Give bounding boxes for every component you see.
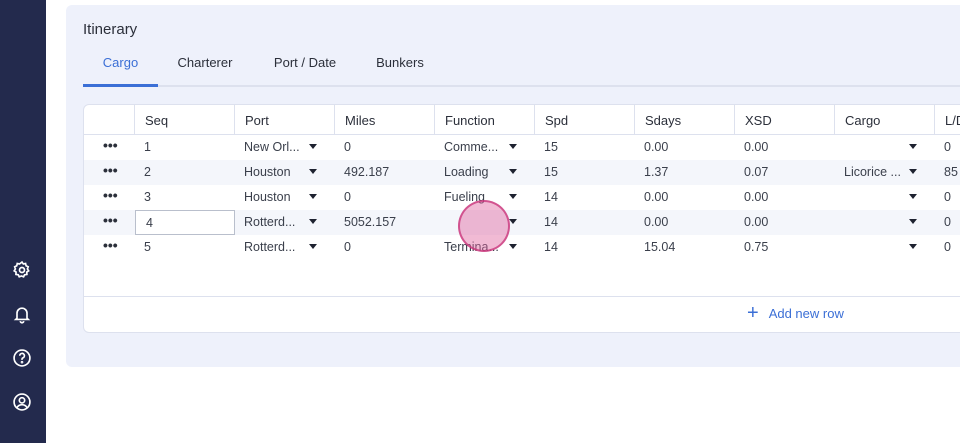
cell-xsd[interactable]: 0.00 (734, 210, 834, 235)
tab-bar: Cargo Charterer Port / Date Bunkers (83, 47, 960, 87)
gear-icon[interactable] (11, 259, 33, 281)
cell-ld[interactable]: 0 (934, 210, 960, 235)
cell-function[interactable]: Comme... (434, 135, 504, 160)
add-new-row-button[interactable]: + Add new row (747, 302, 844, 324)
cell-sdays[interactable]: 0.00 (634, 135, 734, 160)
cell-spd[interactable]: 14 (534, 235, 634, 260)
row-menu-icon[interactable]: ••• (103, 187, 118, 203)
chevron-down-icon[interactable] (309, 194, 317, 199)
add-row-label: Add new row (768, 305, 844, 321)
tab-bunkers[interactable]: Bunkers (372, 47, 428, 87)
sidebar (0, 0, 46, 443)
cell-seq[interactable]: 5 (134, 235, 234, 260)
tab-port-date[interactable]: Port / Date (267, 47, 343, 87)
cell-xsd[interactable]: 0.75 (734, 235, 834, 260)
chevron-down-icon[interactable] (509, 169, 517, 174)
chevron-down-icon[interactable] (309, 169, 317, 174)
cell-spd[interactable]: 14 (534, 185, 634, 210)
cell-port[interactable]: New Orl... (234, 135, 304, 160)
chevron-down-icon[interactable] (909, 219, 917, 224)
plus-icon: + (747, 302, 759, 324)
cell-spd[interactable]: 14 (534, 210, 634, 235)
cell-seq[interactable]: 3 (134, 185, 234, 210)
cell-miles[interactable]: 0 (334, 135, 434, 160)
table-row[interactable]: ••• 2 Houston 492.187 Loading 15 1.37 0.… (84, 160, 960, 185)
cell-function[interactable]: Loading (434, 160, 504, 185)
cell-sdays[interactable]: 0.00 (634, 210, 734, 235)
col-port[interactable]: Port (234, 105, 334, 135)
row-menu-icon[interactable]: ••• (103, 237, 118, 253)
cell-spd[interactable]: 15 (534, 160, 634, 185)
help-icon[interactable] (11, 347, 33, 369)
table-row[interactable]: ••• 5 Rotterd... 0 Termina... 14 15.04 0… (84, 235, 960, 260)
cell-port[interactable]: Houston (234, 185, 304, 210)
chevron-down-icon[interactable] (309, 219, 317, 224)
bell-icon[interactable] (11, 303, 33, 325)
itinerary-panel: Itinerary Cargo Charterer Port / Date Bu… (66, 5, 960, 367)
col-cargo[interactable]: Cargo (834, 105, 934, 135)
chevron-down-icon[interactable] (309, 144, 317, 149)
cell-seq[interactable]: 2 (134, 160, 234, 185)
cell-sdays[interactable]: 0.00 (634, 185, 734, 210)
seq-edit-input[interactable]: 4 (135, 210, 235, 235)
cell-xsd[interactable]: 0.00 (734, 135, 834, 160)
click-indicator (458, 200, 510, 252)
cell-miles[interactable]: 492.187 (334, 160, 434, 185)
chevron-down-icon[interactable] (509, 244, 517, 249)
chevron-down-icon[interactable] (909, 244, 917, 249)
col-seq[interactable]: Seq (134, 105, 234, 135)
grid-footer: + Add new row (84, 296, 960, 332)
row-menu-icon[interactable]: ••• (103, 212, 118, 228)
cell-cargo[interactable] (834, 210, 904, 235)
chevron-down-icon[interactable] (509, 219, 517, 224)
cell-xsd[interactable]: 0.07 (734, 160, 834, 185)
col-sdays[interactable]: Sdays (634, 105, 734, 135)
col-miles[interactable]: Miles (334, 105, 434, 135)
cell-ld[interactable]: 0 (934, 235, 960, 260)
chevron-down-icon[interactable] (509, 194, 517, 199)
table-row[interactable]: ••• 3 Houston 0 Fueling 14 0.00 0.00 0 (84, 185, 960, 210)
grid-header: Seq Port Miles Function Spd Sdays XSD Ca… (84, 105, 960, 135)
chevron-down-icon[interactable] (909, 194, 917, 199)
cell-miles[interactable]: 0 (334, 235, 434, 260)
cell-miles[interactable]: 5052.157 (334, 210, 434, 235)
col-xsd[interactable]: XSD (734, 105, 834, 135)
cell-cargo[interactable] (834, 135, 904, 160)
table-row[interactable]: ••• 4 Rotterd... 5052.157 14 0.00 0.00 0 (84, 210, 960, 235)
col-ld[interactable]: L/D (934, 105, 960, 135)
chevron-down-icon[interactable] (509, 144, 517, 149)
cell-ld[interactable]: 0 (934, 185, 960, 210)
tab-charterer[interactable]: Charterer (170, 47, 240, 87)
tab-cargo[interactable]: Cargo (83, 47, 158, 87)
chevron-down-icon[interactable] (309, 244, 317, 249)
cell-ld[interactable]: 85 (934, 160, 960, 185)
chevron-down-icon[interactable] (909, 144, 917, 149)
row-menu-icon[interactable]: ••• (103, 137, 118, 153)
cell-cargo[interactable]: Licorice ... (834, 160, 904, 185)
cell-xsd[interactable]: 0.00 (734, 185, 834, 210)
cell-sdays[interactable]: 1.37 (634, 160, 734, 185)
cell-port[interactable]: Rotterd... (234, 210, 304, 235)
cell-miles[interactable]: 0 (334, 185, 434, 210)
cell-port[interactable]: Rotterd... (234, 235, 304, 260)
cell-ld[interactable]: 0 (934, 135, 960, 160)
cell-cargo[interactable] (834, 185, 904, 210)
cell-cargo[interactable] (834, 235, 904, 260)
user-circle-icon[interactable] (11, 391, 33, 413)
panel-title: Itinerary (83, 21, 138, 38)
cell-port[interactable]: Houston (234, 160, 304, 185)
col-function[interactable]: Function (434, 105, 534, 135)
table-row[interactable]: ••• 1 New Orl... 0 Comme... 15 0.00 0.00… (84, 135, 960, 160)
cell-seq[interactable]: 1 (134, 135, 234, 160)
row-menu-icon[interactable]: ••• (103, 162, 118, 178)
cell-sdays[interactable]: 15.04 (634, 235, 734, 260)
cell-spd[interactable]: 15 (534, 135, 634, 160)
col-spd[interactable]: Spd (534, 105, 634, 135)
itinerary-grid: Seq Port Miles Function Spd Sdays XSD Ca… (83, 104, 960, 333)
chevron-down-icon[interactable] (909, 169, 917, 174)
